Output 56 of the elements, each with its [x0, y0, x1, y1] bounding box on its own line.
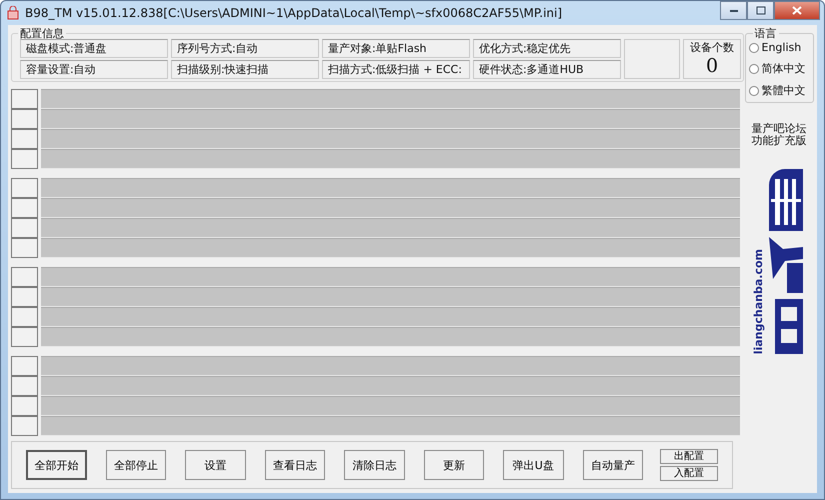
language-option[interactable]: English	[748, 41, 810, 54]
config-button[interactable]: 出配置	[660, 449, 718, 464]
group-title: 配置信息	[19, 28, 65, 39]
forum-note: 功能扩充版	[752, 135, 806, 147]
device-count-value: 0	[706, 55, 718, 77]
port-box	[11, 238, 38, 258]
action-button[interactable]: 弹出U盘	[503, 450, 564, 480]
minimize-icon	[728, 8, 738, 12]
app-icon	[7, 6, 19, 20]
port-box	[11, 396, 38, 416]
action-button[interactable]: 更新	[424, 450, 484, 480]
config-field: 量产对象:单贴Flash	[322, 39, 470, 58]
minimize-button[interactable]	[720, 1, 747, 20]
config-field: 序列号方式:自动	[171, 39, 319, 58]
forum-note: 量产吧论坛	[752, 123, 806, 135]
action-button[interactable]: 全部停止	[106, 450, 166, 480]
device-count-label: 设备个数	[690, 40, 734, 55]
port-box	[11, 218, 38, 238]
port-box	[11, 307, 38, 327]
port-box	[11, 416, 38, 436]
radio-button[interactable]	[748, 64, 758, 74]
empty-panel	[624, 39, 680, 79]
port-box	[11, 149, 38, 169]
port-box	[11, 327, 38, 347]
config-field: 磁盘模式:普通盘	[20, 39, 168, 58]
close-button[interactable]	[774, 1, 820, 20]
config-field: 优化方式:稳定优先	[473, 39, 621, 58]
action-button[interactable]: 全部开始	[26, 450, 87, 480]
logo-text: liangchanba.com	[752, 248, 764, 354]
port-box	[11, 287, 38, 307]
port-box	[11, 129, 38, 149]
port-box	[11, 267, 38, 287]
port-box	[11, 198, 38, 218]
radio-button[interactable]	[748, 86, 758, 96]
language-option[interactable]: 繁體中文	[748, 83, 810, 98]
config-field: 硬件状态:多通道HUB	[473, 60, 621, 79]
maximize-icon	[756, 6, 766, 15]
action-button[interactable]: 查看日志	[264, 450, 326, 480]
group-title: 语言	[754, 28, 778, 39]
window-title: B98_TM v15.01.12.838[C:\Users\ADMINI~1\AppData\Local\Temp\~sfx0068C2AF55\MP.ini]	[25, 6, 564, 20]
config-field: 扫描级别:快速扫描	[171, 60, 319, 79]
maximize-button[interactable]	[747, 1, 774, 20]
port-box	[11, 178, 38, 198]
port-box	[11, 89, 38, 109]
port-box	[11, 109, 38, 129]
config-button[interactable]: 入配置	[660, 466, 718, 481]
close-icon	[792, 6, 802, 15]
config-field: 容量设置:自动	[20, 60, 168, 79]
language-option[interactable]: 简体中文	[748, 61, 810, 76]
radio-button[interactable]	[748, 42, 758, 52]
action-button[interactable]: 清除日志	[344, 450, 405, 480]
action-button[interactable]: 设置	[185, 450, 246, 480]
port-box	[11, 356, 38, 376]
config-field: 扫描方式:低级扫描 + ECC:	[322, 60, 470, 79]
action-button[interactable]: 自动量产	[582, 450, 644, 480]
port-box	[11, 376, 38, 396]
